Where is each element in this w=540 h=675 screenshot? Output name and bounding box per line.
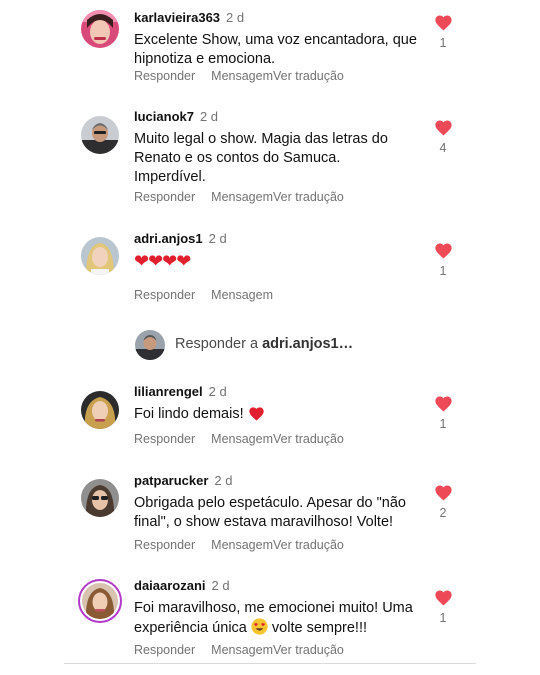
reply-prefix: Responder a bbox=[175, 336, 263, 352]
heart-eyes-emoji-icon bbox=[251, 618, 268, 635]
like-count: 1 bbox=[439, 611, 447, 625]
reply-input[interactable]: Responder a adri.anjos1… bbox=[175, 336, 353, 352]
comment-header: lilianrengel 2 d bbox=[134, 383, 227, 401]
comment-text: Foi lindo demais! bbox=[134, 405, 424, 424]
like-count: 1 bbox=[439, 264, 447, 278]
see-translation-button[interactable]: Ver tradução bbox=[273, 432, 344, 446]
username[interactable]: patparucker bbox=[134, 473, 208, 488]
like-heart-icon[interactable] bbox=[434, 242, 453, 259]
reply-button[interactable]: Responder bbox=[134, 538, 195, 552]
like-heart-icon[interactable] bbox=[434, 484, 453, 501]
comment-header: daiaarozani 2 d bbox=[134, 577, 230, 595]
comment-text-part2: volte sempre!!! bbox=[267, 620, 368, 636]
see-translation-button[interactable]: Ver tradução bbox=[273, 643, 344, 657]
like-area: 4 bbox=[430, 119, 456, 155]
comment-actions: Responder MensagemVer tradução bbox=[134, 538, 344, 552]
reply-button[interactable]: Responder bbox=[134, 643, 195, 657]
like-heart-icon[interactable] bbox=[434, 395, 453, 412]
comment-text: Muito legal o show. Magia das letras do … bbox=[134, 131, 388, 185]
timestamp: 2 d bbox=[208, 384, 227, 399]
comment-header: karlavieira363 2 d bbox=[134, 9, 244, 27]
username[interactable]: lucianok7 bbox=[134, 109, 194, 124]
see-translation-button[interactable]: Ver tradução bbox=[273, 538, 344, 552]
avatar[interactable] bbox=[81, 10, 119, 48]
reply-button[interactable]: Responder bbox=[134, 288, 195, 302]
like-count: 4 bbox=[439, 141, 447, 155]
comment-header: patparucker 2 d bbox=[134, 472, 233, 490]
avatar[interactable] bbox=[81, 237, 119, 275]
current-user-avatar bbox=[135, 330, 165, 360]
comment-text: Foi maravilhoso, me emocionei muito! Uma… bbox=[134, 599, 426, 638]
avatar[interactable] bbox=[81, 391, 119, 429]
like-heart-icon[interactable] bbox=[434, 119, 453, 136]
like-count: 1 bbox=[439, 417, 447, 431]
timestamp: 2 d bbox=[199, 109, 219, 124]
message-button[interactable]: Mensagem bbox=[211, 643, 273, 657]
divider bbox=[64, 663, 476, 664]
username[interactable]: karlavieira363 bbox=[134, 10, 220, 25]
avatar-with-story-ring[interactable] bbox=[78, 579, 122, 623]
timestamp: 2 d bbox=[226, 10, 245, 25]
reply-button[interactable]: Responder bbox=[134, 69, 195, 83]
username[interactable]: lilianrengel bbox=[134, 384, 203, 399]
comment-header: adri.anjos1 2 d bbox=[134, 230, 227, 248]
reply-button[interactable]: Responder bbox=[134, 190, 195, 204]
see-translation-button[interactable]: Ver tradução bbox=[273, 69, 344, 83]
like-heart-icon[interactable] bbox=[434, 589, 453, 606]
like-area: 1 bbox=[430, 589, 456, 625]
avatar[interactable] bbox=[81, 116, 119, 154]
timestamp: 2 d bbox=[214, 473, 233, 488]
reply-button[interactable]: Responder bbox=[134, 432, 195, 446]
comment-actions: Responder Mensagem bbox=[134, 288, 273, 302]
comment-text: ❤❤❤❤ bbox=[134, 251, 191, 271]
comment-actions: Responder MensagemVer tradução bbox=[134, 432, 344, 446]
reply-input-row[interactable]: Responder a adri.anjos1… bbox=[0, 330, 540, 362]
comment-actions: Responder MensagemVer tradução bbox=[134, 69, 344, 83]
comment-actions: Responder MensagemVer tradução bbox=[134, 190, 344, 204]
username[interactable]: daiaarozani bbox=[134, 578, 206, 593]
like-heart-icon[interactable] bbox=[434, 14, 453, 31]
like-area: 2 bbox=[430, 484, 456, 520]
username[interactable]: adri.anjos1 bbox=[134, 231, 203, 246]
comment-text: Excelente Show, uma voz encantadora, que… bbox=[134, 32, 417, 67]
message-button[interactable]: Mensagem bbox=[211, 432, 273, 446]
message-button[interactable]: Mensagem bbox=[211, 538, 273, 552]
avatar[interactable] bbox=[81, 479, 119, 517]
like-area: 1 bbox=[430, 242, 456, 278]
message-button[interactable]: Mensagem bbox=[211, 288, 273, 302]
comment-actions: Responder MensagemVer tradução bbox=[134, 643, 344, 657]
red-heart-emoji-icon bbox=[248, 407, 264, 421]
timestamp: 2 d bbox=[211, 578, 230, 593]
timestamp: 2 d bbox=[208, 231, 227, 246]
reply-target: adri.anjos1… bbox=[262, 336, 354, 352]
like-area: 1 bbox=[430, 395, 456, 431]
message-button[interactable]: Mensagem bbox=[211, 190, 273, 204]
message-button[interactable]: Mensagem bbox=[211, 69, 273, 83]
comment-text-content: Foi lindo demais! bbox=[134, 406, 248, 422]
like-count: 1 bbox=[439, 36, 447, 50]
see-translation-button[interactable]: Ver tradução bbox=[273, 190, 344, 204]
comment-text: Obrigada pelo espetáculo. Apesar do "não… bbox=[134, 495, 406, 530]
like-area: 1 bbox=[430, 14, 456, 50]
like-count: 2 bbox=[439, 506, 447, 520]
comment-header: lucianok7 2 d bbox=[134, 108, 218, 126]
